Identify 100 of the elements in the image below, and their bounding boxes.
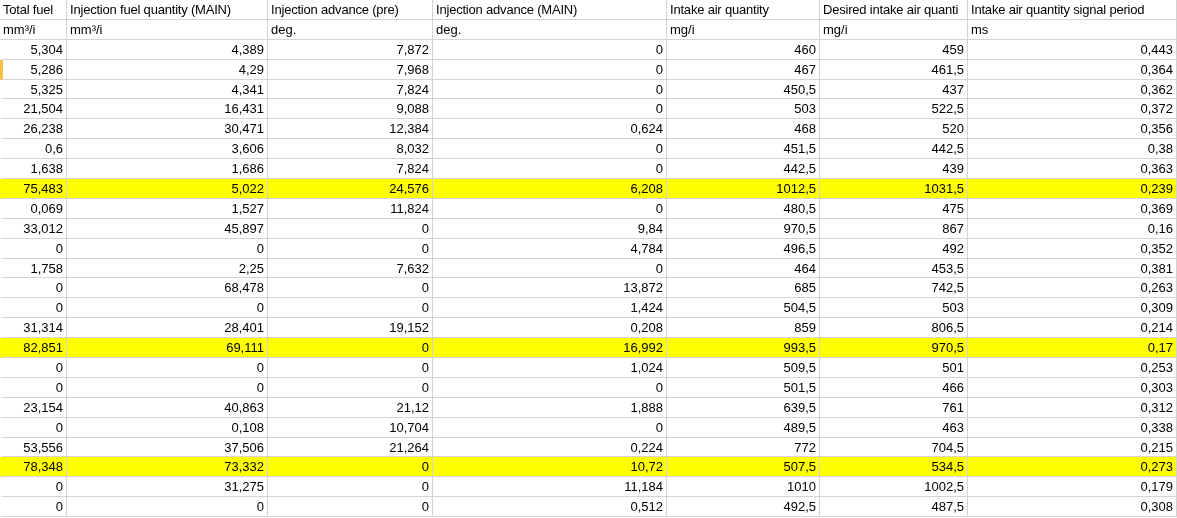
table-cell: 1012,5 [667,179,820,199]
table-cell: 5,304 [0,39,67,60]
table-cell: 520 [820,119,968,140]
table-cell: 0,308 [968,497,1177,518]
table-cell: 45,897 [67,218,268,239]
column-header: Intake air quantity signal period [968,0,1177,20]
table-cell: 806,5 [820,318,968,339]
table-cell: 2,25 [67,258,268,279]
table-cell: 0 [268,338,433,359]
column-header: Injection advance (MAIN) [433,0,667,20]
table-cell: 442,5 [820,139,968,160]
table-cell: 1010 [667,477,820,498]
table-cell: 0 [0,238,67,259]
table-cell: 0 [0,477,67,498]
table-cell: 522,5 [820,99,968,120]
table-cell: 0,16 [968,218,1177,239]
table-cell: 0 [0,358,67,378]
table-cell: 685 [667,278,820,299]
table-cell: 0,303 [968,377,1177,398]
table-cell: 40,863 [67,397,268,418]
table-cell: 9,84 [433,218,667,239]
table-cell: 0 [67,298,268,319]
table-cell: 23,154 [0,397,67,418]
table-cell: 0,069 [0,198,67,219]
table-cell: 0,208 [433,318,667,339]
table-cell: 0,273 [968,457,1177,478]
table-cell: 1,424 [433,298,667,319]
table-cell: 37,506 [67,437,268,458]
table-cell: 10,704 [268,417,433,438]
table-cell: 0,356 [968,119,1177,140]
table-cell: 0 [268,477,433,498]
table-cell: 0,362 [968,79,1177,100]
table-cell: 24,576 [268,179,433,199]
table-cell: 0,363 [968,159,1177,179]
table-cell: 0,17 [968,338,1177,359]
unit-cell: mg/i [820,19,968,40]
table-cell: 0 [268,298,433,319]
table-cell: 9,088 [268,99,433,120]
table-cell: 503 [667,99,820,120]
table-cell: 742,5 [820,278,968,299]
table-cell: 0 [268,358,433,378]
unit-cell: deg. [433,19,667,40]
table-cell: 0 [433,59,667,80]
table-cell: 0 [433,258,667,279]
table-cell: 82,851 [0,338,67,359]
table-cell: 0 [433,79,667,100]
table-cell: 11,824 [268,198,433,219]
unit-cell: mg/i [667,19,820,40]
table-cell: 1002,5 [820,477,968,498]
column-header: Injection advance (pre) [268,0,433,20]
table-cell: 509,5 [667,358,820,378]
table-cell: 1,638 [0,159,67,179]
table-cell: 0 [268,278,433,299]
table-cell: 21,12 [268,397,433,418]
table-cell: 639,5 [667,397,820,418]
table-cell: 7,824 [268,159,433,179]
table-cell: 501 [820,358,968,378]
table-cell: 0,381 [968,258,1177,279]
table-cell: 450,5 [667,79,820,100]
table-cell: 0,309 [968,298,1177,319]
table-cell: 507,5 [667,457,820,478]
table-cell: 504,5 [667,298,820,319]
table-cell: 0 [433,99,667,120]
table-cell: 0 [433,377,667,398]
table-cell: 0,512 [433,497,667,518]
table-cell: 467 [667,59,820,80]
table-cell: 5,022 [67,179,268,199]
table-cell: 1,758 [0,258,67,279]
table-cell: 1,686 [67,159,268,179]
table-cell: 461,5 [820,59,968,80]
table-cell: 460 [667,39,820,60]
table-cell: 970,5 [667,218,820,239]
table-cell: 0 [67,238,268,259]
table-cell: 12,384 [268,119,433,140]
table-cell: 21,504 [0,99,67,120]
table-cell: 761 [820,397,968,418]
column-header: Intake air quantity [667,0,820,20]
column-header: Total fuel [0,0,67,20]
table-cell: 970,5 [820,338,968,359]
table-cell: 437 [820,79,968,100]
table-cell: 7,824 [268,79,433,100]
table-cell: 6,208 [433,179,667,199]
table-cell: 501,5 [667,377,820,398]
unit-cell: deg. [268,19,433,40]
table-cell: 0 [67,497,268,518]
table-cell: 5,325 [0,79,67,100]
table-cell: 69,111 [67,338,268,359]
table-cell: 0 [268,377,433,398]
table-cell: 73,332 [67,457,268,478]
table-cell: 75,483 [0,179,67,199]
table-cell: 7,632 [268,258,433,279]
table-cell: 0,624 [433,119,667,140]
table-cell: 464 [667,258,820,279]
table-cell: 16,431 [67,99,268,120]
table-cell: 0,369 [968,198,1177,219]
table-cell: 0,352 [968,238,1177,259]
table-cell: 487,5 [820,497,968,518]
table-cell: 0 [433,139,667,160]
table-cell: 53,556 [0,437,67,458]
unit-cell: mm³/i [67,19,268,40]
